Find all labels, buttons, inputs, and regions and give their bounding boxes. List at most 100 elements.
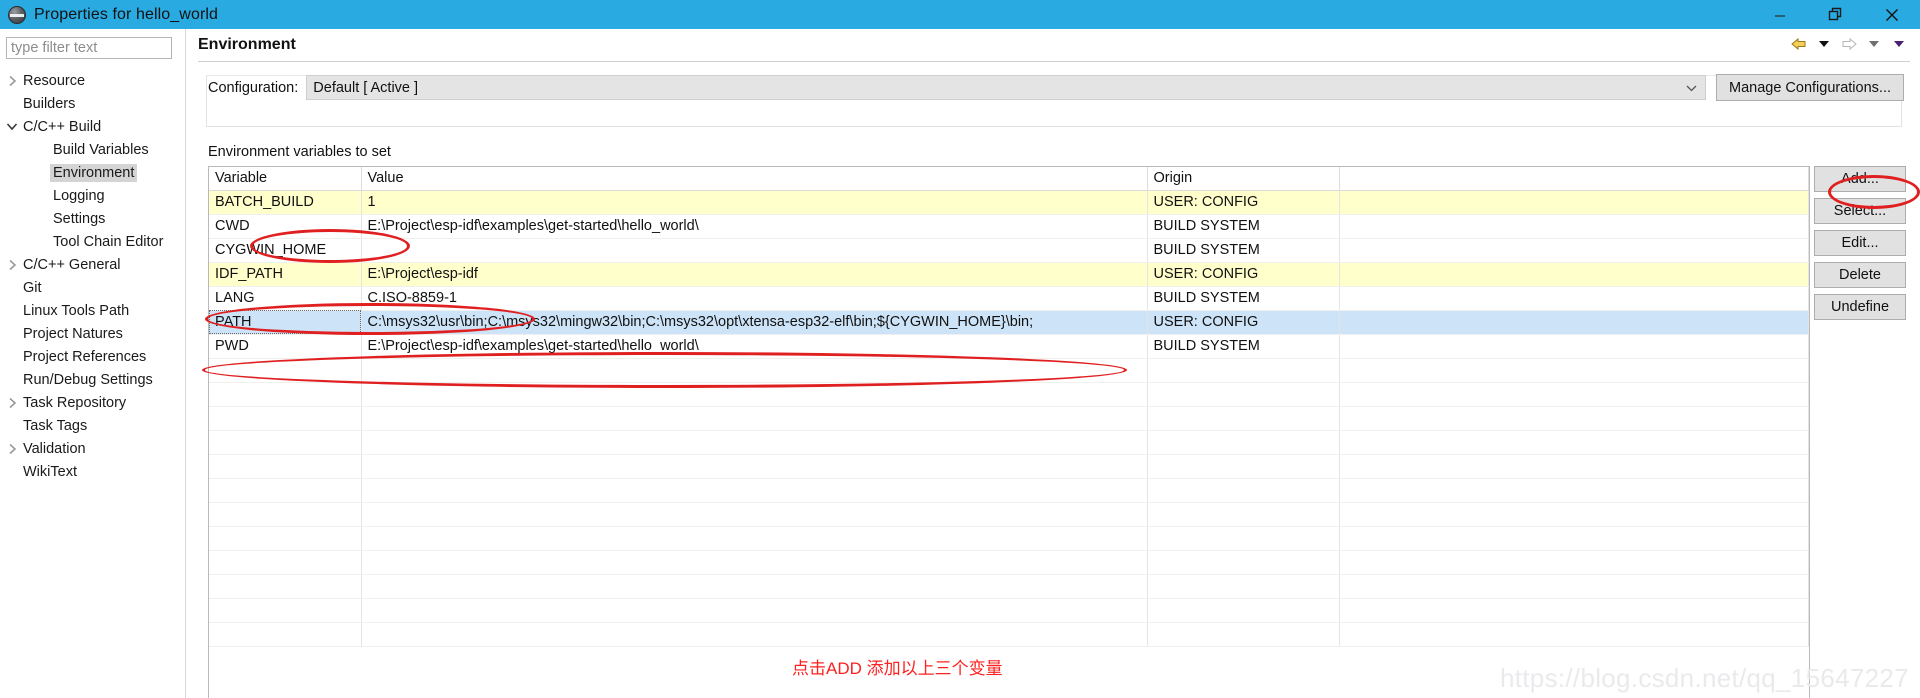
cell-origin: BUILD SYSTEM <box>1147 214 1340 239</box>
sidebar-item-project-natures[interactable]: Project Natures <box>0 322 185 345</box>
table-body: BATCH_BUILD 1 USER: CONFIG CWD E:\Project\es… <box>209 190 1809 647</box>
menu-dropdown-icon[interactable] <box>1888 33 1910 55</box>
column-header-origin[interactable]: Origin <box>1147 167 1340 191</box>
sidebar-item-git[interactable]: Git <box>0 276 185 299</box>
sidebar-item-resource[interactable]: Resource <box>0 69 185 92</box>
sidebar-item-label: C/C++ Build <box>23 118 102 135</box>
chevron-right-icon[interactable] <box>4 69 20 92</box>
sidebar-item-label: Builders <box>23 95 76 112</box>
sidebar-item-builders[interactable]: Builders <box>0 92 185 115</box>
environment-panel: Configuration: Default [ Active ] Manage… <box>198 61 1910 698</box>
sidebar-item-label: Resource <box>23 72 86 89</box>
configuration-select[interactable]: Default [ Active ] <box>306 75 1706 100</box>
sidebar-item-logging[interactable]: Logging <box>0 184 185 207</box>
manage-configurations-button[interactable]: Manage Configurations... <box>1715 74 1904 101</box>
cell-blank <box>1339 406 1809 431</box>
table-row[interactable]: CWD E:\Project\esp-idf\examples\get-start… <box>209 214 1809 239</box>
column-header-blank[interactable] <box>1339 167 1809 191</box>
sidebar-item-environment[interactable]: Environment <box>0 161 185 184</box>
cell-blank <box>209 574 362 599</box>
undefine-button[interactable]: Undefine <box>1814 294 1906 320</box>
table-row[interactable]: PATH C:\msys32\usr\bin;C:\msys32\mingw32\… <box>209 310 1809 335</box>
sidebar-item-linux-tools-path[interactable]: Linux Tools Path <box>0 299 185 322</box>
table-row[interactable]: CYGWIN_HOME BUILD SYSTEM <box>209 238 1809 263</box>
sidebar-item-tool-chain-editor[interactable]: Tool Chain Editor <box>0 230 185 253</box>
cell-blank <box>209 502 362 527</box>
sidebar-item-settings[interactable]: Settings <box>0 207 185 230</box>
cell-blank <box>361 406 1148 431</box>
table-row-empty <box>209 382 1809 407</box>
chevron-right-icon[interactable] <box>4 391 20 414</box>
sidebar-item-label: Environment <box>50 163 138 182</box>
column-header-value[interactable]: Value <box>361 167 1148 191</box>
chevron-down-icon <box>1679 76 1705 99</box>
cell-blank <box>1339 430 1809 455</box>
sidebar-item-wikitext[interactable]: WikiText <box>0 460 185 483</box>
sidebar-item-label: Validation <box>23 440 86 457</box>
cell-blank <box>361 478 1148 503</box>
close-icon[interactable] <box>1864 0 1920 29</box>
cell-variable: BATCH_BUILD <box>209 190 362 215</box>
chevron-down-icon[interactable] <box>4 115 20 138</box>
cell-blank <box>209 454 362 479</box>
filter-input[interactable] <box>6 37 172 59</box>
page-header: Environment <box>186 29 1920 61</box>
cell-value: E:\Project\esp-idf\examples\get-started\… <box>361 214 1148 239</box>
cell-blank <box>361 526 1148 551</box>
cell-blank <box>209 622 362 647</box>
restore-icon[interactable] <box>1808 0 1864 29</box>
forward-arrow-icon[interactable] <box>1838 33 1860 55</box>
sidebar-item-c-c-build[interactable]: C/C++ Build <box>0 115 185 138</box>
cell-blank <box>1147 574 1340 599</box>
cell-value: C:\msys32\usr\bin;C:\msys32\mingw32\bin;… <box>361 310 1148 335</box>
column-header-variable[interactable]: Variable <box>209 167 362 191</box>
table-row-empty <box>209 478 1809 503</box>
table-row[interactable]: LANG C.ISO-8859-1 BUILD SYSTEM <box>209 286 1809 311</box>
chevron-right-icon[interactable] <box>4 253 20 276</box>
cell-blank <box>1147 382 1340 407</box>
cell-blank <box>1147 502 1340 527</box>
cell-origin: BUILD SYSTEM <box>1147 286 1340 311</box>
cell-blank <box>1339 262 1809 287</box>
sidebar-item-task-tags[interactable]: Task Tags <box>0 414 185 437</box>
sidebar-item-run-debug-settings[interactable]: Run/Debug Settings <box>0 368 185 391</box>
sidebar-item-validation[interactable]: Validation <box>0 437 185 460</box>
cell-blank <box>1339 310 1809 335</box>
select-button[interactable]: Select... <box>1814 198 1906 224</box>
environment-variables-table-container[interactable]: Variable Value Origin BATCH_BUILD 1 USER: CO… <box>208 166 1810 698</box>
table-row-empty <box>209 502 1809 527</box>
table-row[interactable]: PWD E:\Project\esp-idf\examples\get-start… <box>209 334 1809 359</box>
page-title: Environment <box>198 36 296 53</box>
sidebar-item-label: Build Variables <box>53 141 149 158</box>
sidebar-item-label: Settings <box>53 210 106 227</box>
cell-blank <box>209 598 362 623</box>
back-dropdown-icon[interactable] <box>1813 33 1835 55</box>
cell-blank <box>1147 406 1340 431</box>
back-arrow-icon[interactable] <box>1788 33 1810 55</box>
configuration-value: Default [ Active ] <box>313 79 419 96</box>
sidebar-item-build-variables[interactable]: Build Variables <box>0 138 185 161</box>
table-row[interactable]: IDF_PATH E:\Project\esp-idf USER: CONFIG <box>209 262 1809 287</box>
sidebar-item-project-references[interactable]: Project References <box>0 345 185 368</box>
sidebar-item-task-repository[interactable]: Task Repository <box>0 391 185 414</box>
table-row[interactable]: BATCH_BUILD 1 USER: CONFIG <box>209 190 1809 215</box>
add-button[interactable]: Add... <box>1814 166 1906 192</box>
sidebar-item-c-c-general[interactable]: C/C++ General <box>0 253 185 276</box>
window-controls <box>1752 0 1920 29</box>
cell-blank <box>209 358 362 383</box>
chevron-right-icon[interactable] <box>4 437 20 460</box>
edit-button[interactable]: Edit... <box>1814 230 1906 256</box>
delete-button[interactable]: Delete <box>1814 262 1906 288</box>
minimize-icon[interactable] <box>1752 0 1808 29</box>
cell-blank <box>361 598 1148 623</box>
cell-blank <box>209 550 362 575</box>
forward-dropdown-icon[interactable] <box>1863 33 1885 55</box>
cell-variable: PATH <box>209 310 362 335</box>
sidebar-item-label: Tool Chain Editor <box>53 233 164 250</box>
settings-tree: Resource Builders C/C++ Build Build Variabl… <box>0 69 185 483</box>
table-row-empty <box>209 430 1809 455</box>
